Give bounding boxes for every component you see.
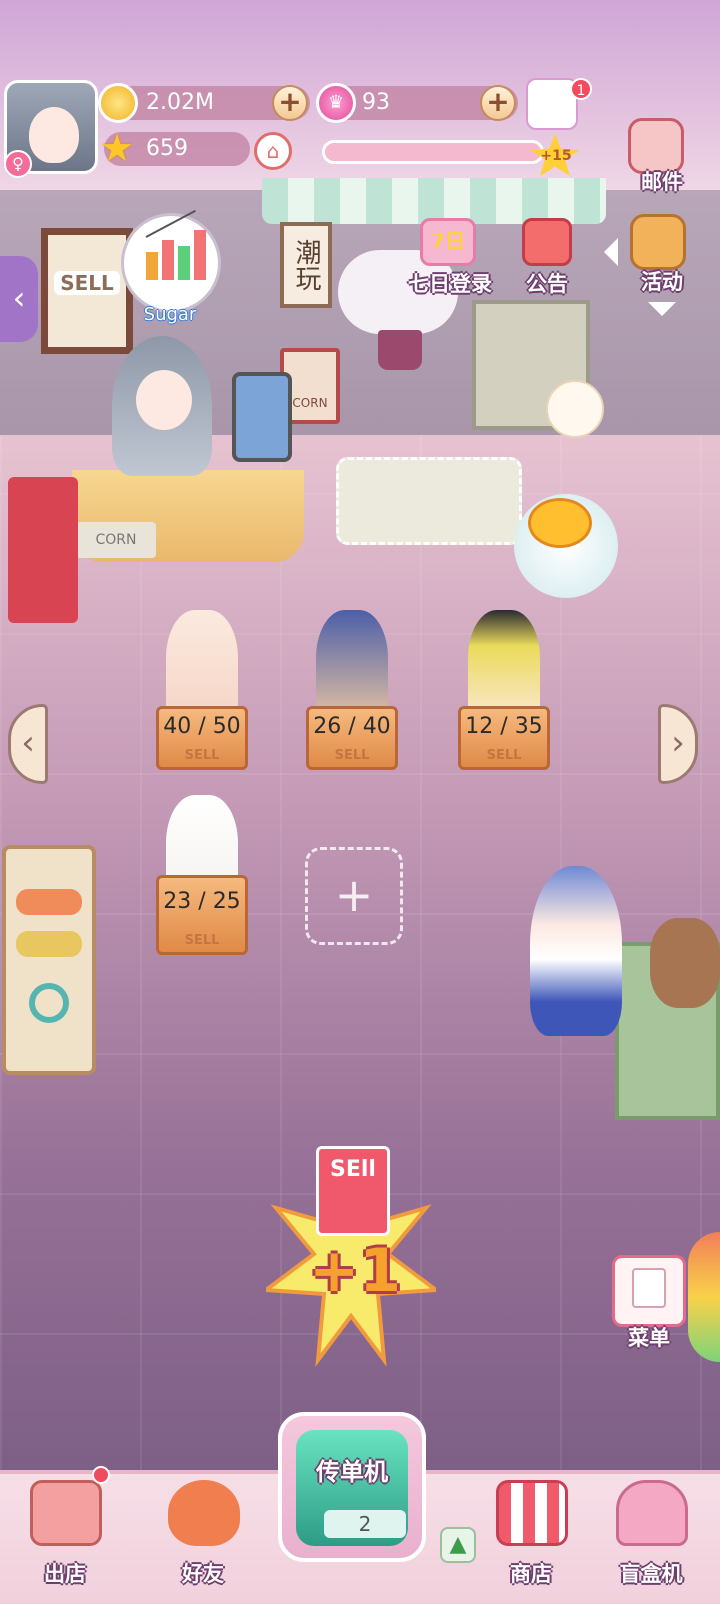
chart-bar: [162, 240, 174, 280]
sell-board-text: SELL: [54, 271, 120, 295]
floor-rug: [336, 457, 522, 545]
star-icon: ★: [100, 126, 135, 170]
chevron-right-icon: ›: [671, 723, 685, 763]
customer-character[interactable]: [530, 866, 622, 1036]
blind-box-machine-icon: [616, 1480, 688, 1546]
collapse-left-icon[interactable]: [604, 238, 618, 266]
bonus-plus-one: +1: [308, 1236, 402, 1306]
stock-count: 12 / 35: [465, 714, 543, 739]
mail-label: 邮件: [641, 170, 683, 194]
cash-register[interactable]: [232, 372, 292, 462]
wrapping-shelf[interactable]: [2, 845, 96, 1075]
seven-day-login-button[interactable]: 7日: [420, 218, 476, 266]
go-out-alert-dot: [92, 1466, 110, 1484]
coin-icon: [98, 83, 138, 123]
quest-badge: 1: [570, 78, 592, 100]
map-icon: [30, 1480, 102, 1546]
heart-icon: [168, 1480, 240, 1546]
display-stand-2[interactable]: SELL 26 / 40: [306, 610, 398, 770]
ribbon-roll: [16, 931, 82, 957]
coin-amount: 2.02M: [146, 90, 214, 115]
events-label: 活动: [641, 270, 683, 294]
teddy-bear: [650, 918, 720, 1008]
chart-bar: [194, 230, 206, 280]
nav-shop[interactable]: 商店: [476, 1474, 586, 1594]
sell-board: SELL: [41, 228, 133, 354]
shop-sign: 潮玩: [280, 222, 332, 308]
nav-shop-label: 商店: [510, 1562, 552, 1586]
experience-bar: [322, 140, 544, 164]
expand-down-icon[interactable]: [648, 302, 676, 316]
sell-card: SEll: [316, 1146, 390, 1236]
display-stand-1[interactable]: SELL 40 / 50: [156, 610, 248, 770]
star-amount: 659: [146, 136, 188, 161]
cashier-name: Sugar: [143, 304, 197, 325]
upgrade-arrow-button[interactable]: ▲: [440, 1527, 476, 1563]
stock-count: 40 / 50: [163, 714, 241, 739]
avatar-face: [29, 107, 79, 163]
chevron-left-icon: ‹: [21, 723, 35, 763]
counter-label: CORN: [76, 522, 156, 558]
flyer-machine-label: 传单机: [316, 1458, 388, 1486]
female-icon: ♀: [4, 150, 32, 178]
sales-chart-bubble[interactable]: [121, 209, 221, 313]
display-stand-3[interactable]: SELL 12 / 35: [458, 610, 550, 770]
ribbon-roll: [16, 889, 82, 915]
egg-chick: [528, 498, 592, 548]
add-coins-button[interactable]: +: [272, 85, 308, 121]
storefront-icon: [496, 1480, 568, 1546]
side-drawer-toggle[interactable]: ‹: [0, 256, 38, 342]
flyer-screen: 传单机 2: [296, 1430, 408, 1546]
level-bonus: +15: [540, 148, 572, 164]
chevron-left-icon: ‹: [12, 279, 26, 317]
chart-bar: [146, 252, 158, 280]
menu-button[interactable]: [612, 1255, 686, 1327]
menu-label: 菜单: [628, 1326, 670, 1350]
nav-blind-box-label: 盲盒机: [619, 1562, 683, 1586]
notice-label: 公告: [526, 272, 568, 296]
cashier-face: [136, 370, 192, 430]
display-stand-4[interactable]: SELL 23 / 25: [156, 795, 248, 955]
nav-go-out-label: 出店: [44, 1562, 86, 1586]
menu-icon: [632, 1268, 666, 1308]
stand-base: SELL: [156, 875, 248, 955]
chart-bar: [178, 246, 190, 280]
stock-count: 26 / 40: [313, 714, 391, 739]
lucky-cat: [546, 380, 604, 438]
add-display-slot[interactable]: +: [305, 847, 403, 945]
cloud-mascot-dress: [378, 330, 422, 370]
nav-go-out[interactable]: 出店: [10, 1474, 120, 1594]
add-crowns-button[interactable]: +: [480, 85, 516, 121]
rainbow-decor: [688, 1232, 720, 1362]
nav-blind-box[interactable]: 盲盒机: [596, 1474, 706, 1594]
flyer-count: 2: [324, 1510, 406, 1538]
seven-day-login-label: 七日登录: [408, 272, 492, 296]
flyer-machine-button[interactable]: 传单机 2: [278, 1412, 426, 1562]
crown-amount: 93: [362, 90, 390, 115]
events-button[interactable]: [630, 214, 686, 270]
nav-friends-label: 好友: [182, 1562, 224, 1586]
stock-count: 23 / 25: [163, 889, 241, 914]
notice-button[interactable]: [522, 218, 572, 266]
tape-roll: [29, 983, 69, 1023]
nav-friends[interactable]: 好友: [148, 1474, 258, 1594]
gashapon-cabinet[interactable]: [8, 477, 78, 623]
crown-icon: ♛: [316, 83, 356, 123]
clean-broom-button[interactable]: ⌂: [254, 132, 292, 170]
